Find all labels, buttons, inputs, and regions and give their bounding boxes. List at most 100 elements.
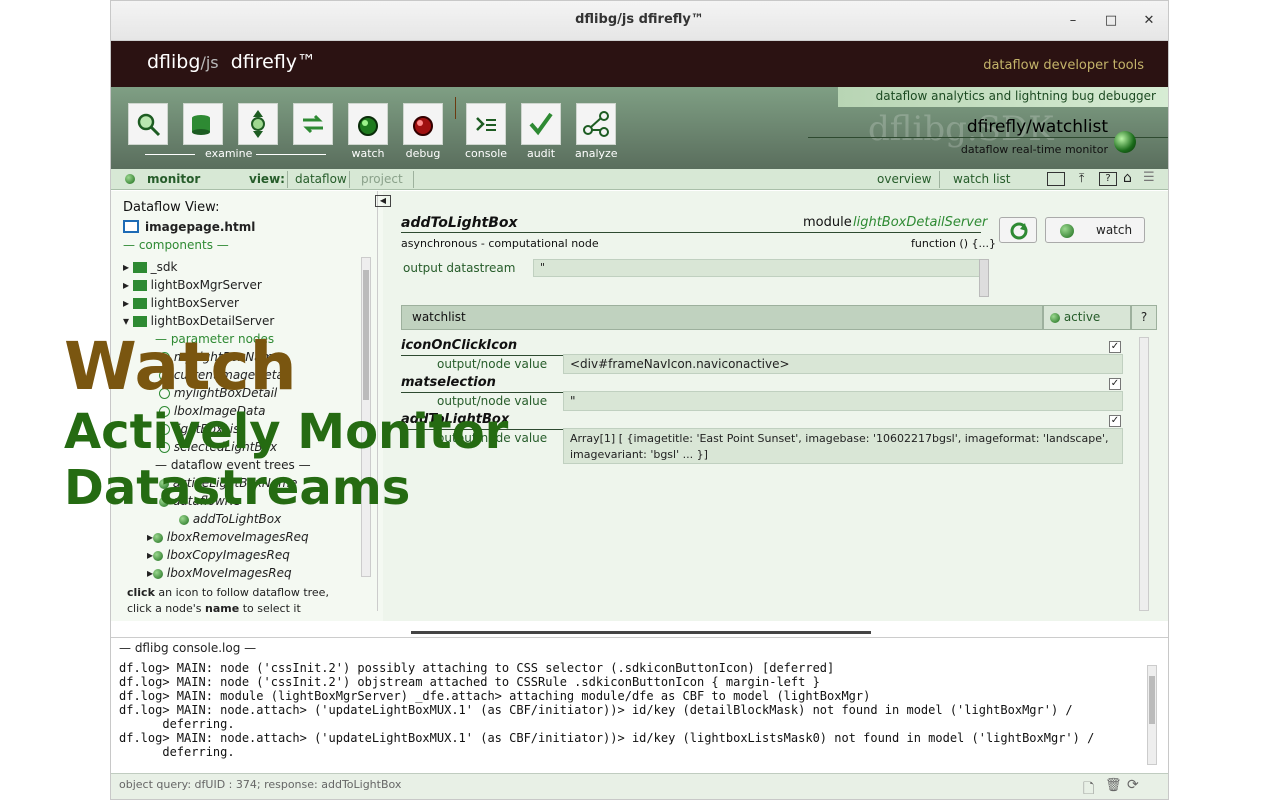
close-button[interactable]: ✕ [1139,11,1159,31]
watchlist-header-panel: dflibg.SDK dfirefly/watchlist dataflow r… [808,109,1168,169]
node-type: asynchronous - computational node [401,237,599,250]
watch-entry-checkbox[interactable]: ✓ [1109,415,1121,427]
monitor-icon [125,174,135,184]
event-icon [159,496,169,507]
dataflow-view-title: Dataflow View: [123,200,220,215]
tree-item-sdk[interactable]: ▸ _sdk [123,260,178,274]
watch-entry-name[interactable]: addToLightBox [401,412,509,427]
watch-entry-field: output/node value [437,394,548,408]
param-node[interactable]: mylightBoxDetail [159,386,277,400]
app-window: dflibg/js dfirefly™ – □ ✕ dflibg/js dfir… [110,0,1169,800]
trash-icon[interactable]: 🗑 [1105,778,1122,793]
watchlist-scrollbar[interactable] [1139,337,1149,611]
console-header: — dflibg console.log — [111,637,1168,657]
module-icon [132,280,147,291]
param-node[interactable]: lightBoxList [159,422,244,436]
inspect-icon [251,110,265,138]
event-node[interactable]: ▸ lboxRemoveImagesReq [147,530,309,544]
magnifier-icon [137,113,161,137]
banner-tagline: dataflow developer tools [983,58,1144,73]
watch-entry-name[interactable]: iconOnClickIcon [401,338,517,353]
examine-group-label: examine [205,147,253,160]
tab-watch-list[interactable]: watch list [953,172,1011,186]
event-trees-header: — dataflow event trees — [155,458,311,472]
minimize-button[interactable]: – [1063,11,1083,31]
tree-item-lightboxserver[interactable]: ▸ lightBoxServer [123,296,239,310]
output-scrollbar[interactable] [979,259,989,297]
event-node[interactable]: ▸ lboxCopyImagesReq [147,548,290,562]
home-icon[interactable]: ⌂ [1123,170,1132,186]
reload-icon[interactable]: ⟳ [1127,777,1139,793]
monitor-link[interactable]: monitor [147,172,200,186]
watch-entry-field: output/node value [437,431,548,445]
output-datastream-field[interactable]: " [533,259,989,277]
html-file-icon [123,220,139,233]
menu-icon[interactable]: ☰ [1143,170,1155,185]
analyze-tool-button[interactable]: analyze [575,103,618,161]
watch-entry-checkbox[interactable]: ✓ [1109,378,1121,390]
param-node[interactable]: currentImageDetail [159,368,291,382]
maximize-button[interactable]: □ [1101,11,1121,31]
status-text: object query: dfUID : 374; response: add… [119,778,402,791]
windows-icon[interactable] [1047,172,1065,186]
watch-entry-checkbox[interactable]: ✓ [1109,341,1121,353]
param-node[interactable]: selectedLightBox [159,440,277,454]
help-button[interactable]: ? [1131,305,1157,330]
event-node[interactable]: dataflowRe [159,494,241,508]
console-log: df.log> MAIN: node ('cssInit.2') possibl… [111,661,1151,771]
active-icon [1050,312,1060,323]
examine-search-button[interactable] [127,103,169,161]
hint-line-2: click a node's name to select it [127,602,301,615]
toolbar-divider [455,97,456,119]
event-icon [153,568,164,579]
output-label: output datastream [403,261,516,275]
refresh-button[interactable] [999,217,1037,243]
examine-refresh-button[interactable] [292,103,334,161]
module-icon [132,316,147,327]
active-filter[interactable]: active [1043,305,1131,330]
debug-tool-button[interactable]: debug [402,103,444,161]
watch-entry-value: Array[1] [ {imagetitle: 'East Point Suns… [563,428,1123,464]
file-name[interactable]: imagepage.html [145,220,255,234]
banner: dflibg/js dfirefly™ dataflow developer t… [111,41,1168,87]
watchlist-subtitle: dataflow real-time monitor [960,143,1108,156]
green-light-icon [358,116,378,136]
event-icon [159,478,169,489]
tree-item-lightboxmgrserver[interactable]: ▸ lightBoxMgrServer [123,278,262,292]
red-light-icon [413,116,433,136]
event-subnode[interactable]: addToLightBox [179,512,281,526]
param-node[interactable]: lboxImageData [159,404,265,418]
status-bar: object query: dfUID : 374; response: add… [111,773,1168,799]
splitter-handle[interactable] [411,631,871,634]
event-node[interactable]: activeLightBoxName [159,476,297,490]
collapse-pane-icon[interactable]: ◀ [375,195,391,207]
watch-entry-field: output/node value [437,357,548,371]
watch-button[interactable]: watch [1045,217,1145,243]
brand-logo: dflibg/js dfirefly™ [147,51,317,73]
module-name: lightBoxDetailServer [853,215,988,230]
dataflow-view-pane: Dataflow View: imagepage.html — componen… [111,191,383,621]
event-node[interactable]: ▸ lboxMoveImagesReq [147,566,292,580]
console-scrollbar[interactable] [1147,665,1157,765]
watch-light-icon [1060,224,1074,238]
console-tool-button[interactable]: console [465,103,507,161]
tree-item-lightboxdetailserver[interactable]: ▾ lightBoxDetailServer [123,314,274,328]
tab-project[interactable]: project [361,172,403,186]
watch-entry-name[interactable]: matselection [401,375,496,390]
watch-tool-button[interactable]: watch [347,103,389,161]
function-label: function () {...} [911,237,996,250]
tab-dataflow[interactable]: dataflow [295,172,347,186]
hint-line-1: click an icon to follow dataflow tree, [127,586,329,599]
swap-icon [303,114,323,134]
event-icon [179,514,189,525]
collapse-icon[interactable]: ⤒ [1079,171,1084,186]
audit-tool-button[interactable]: audit [520,103,562,161]
tab-overview[interactable]: overview [877,172,931,186]
help-book-icon[interactable]: ? [1099,172,1117,186]
database-icon [192,115,210,135]
event-icon [153,550,164,561]
node-detail-pane: ◀ addToLightBox module lightBoxDetailSer… [375,191,1168,621]
param-node[interactable]: myLightBoxName [159,350,281,364]
tree-scrollbar[interactable] [361,257,371,577]
new-document-icon[interactable]: 🗋 [1083,778,1094,799]
